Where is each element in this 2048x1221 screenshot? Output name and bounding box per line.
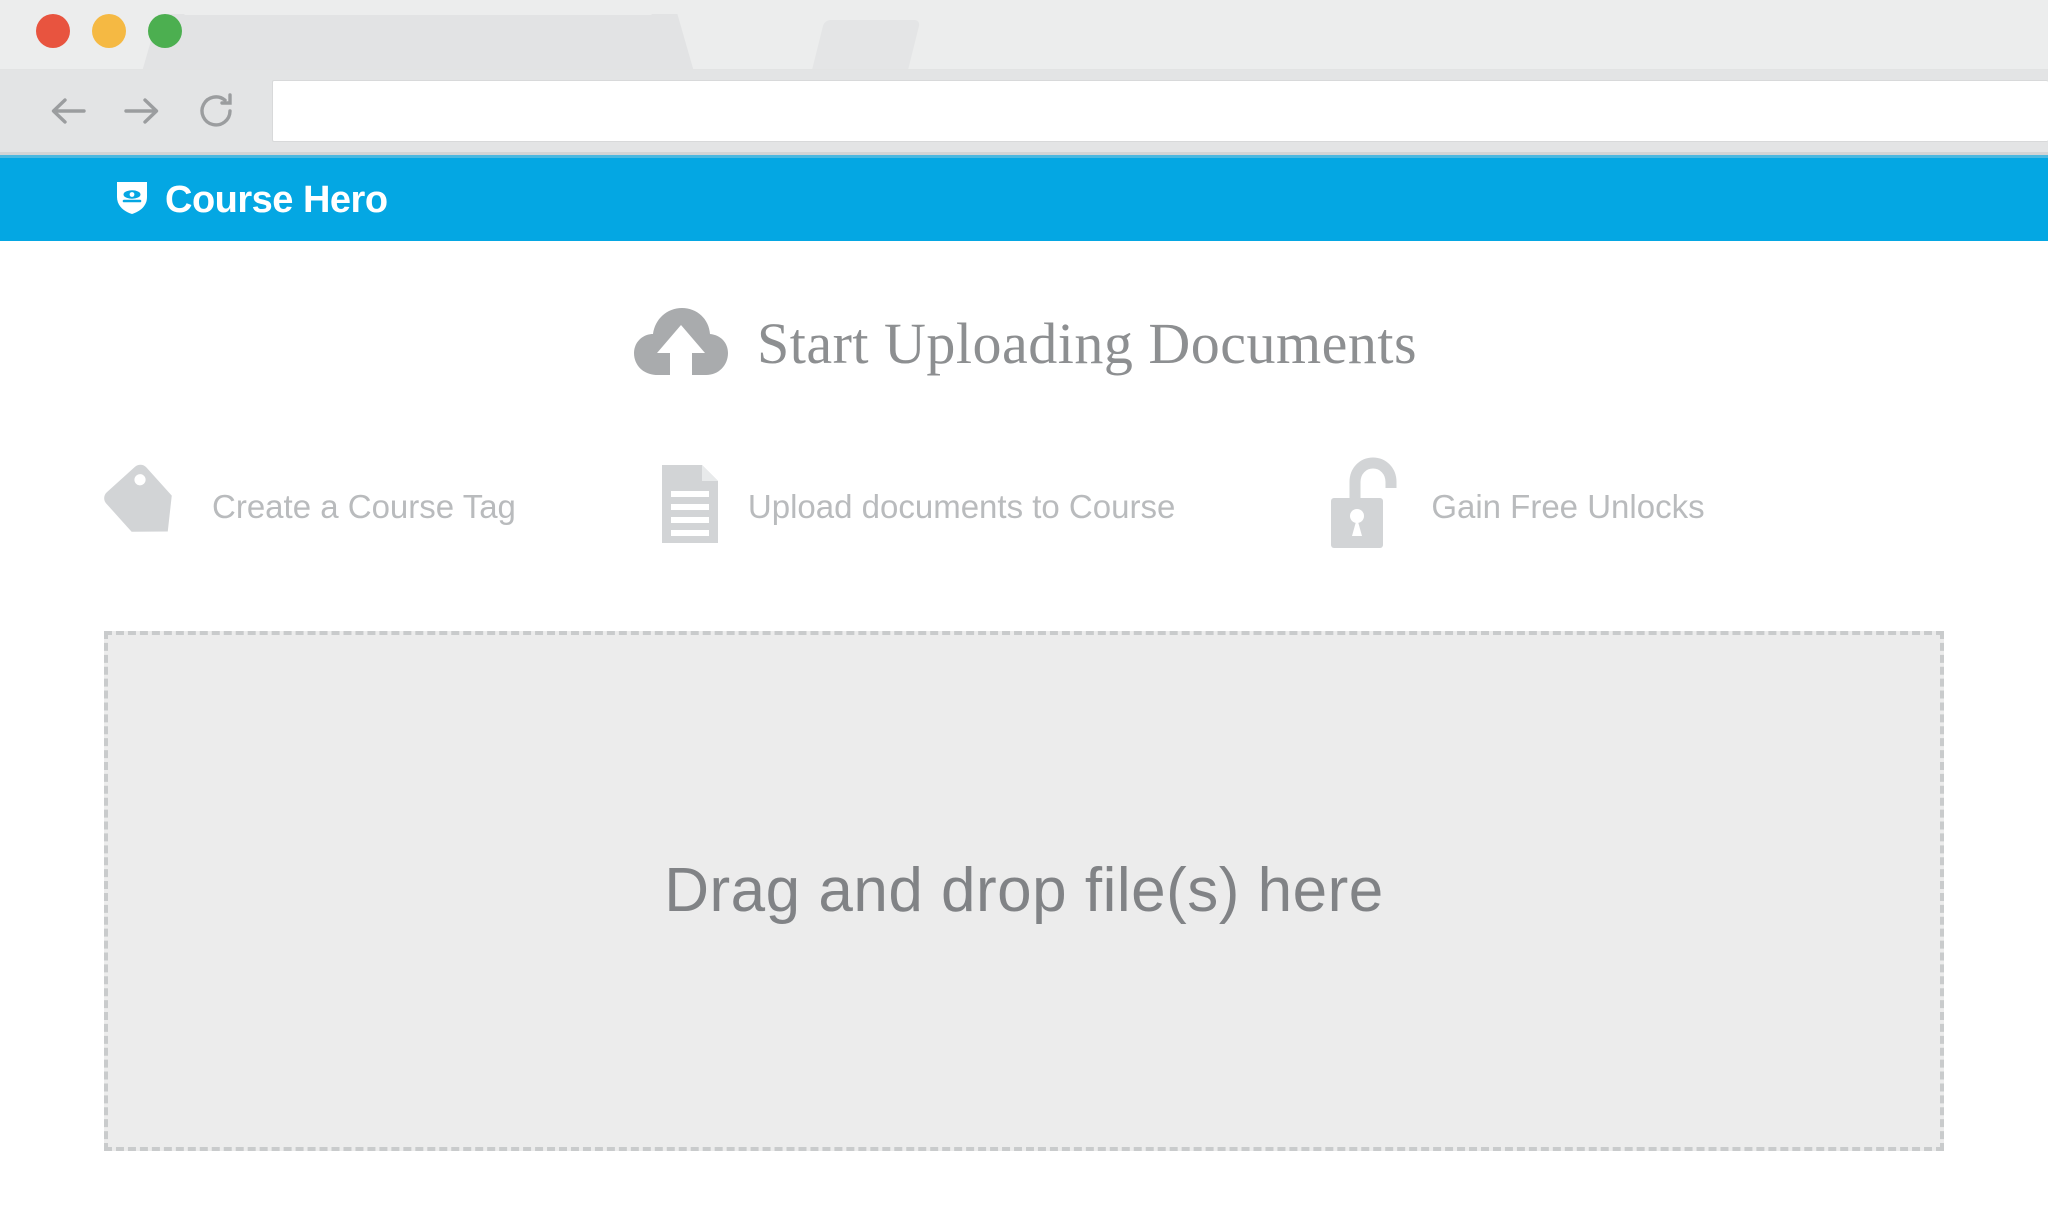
cloud-upload-icon	[631, 303, 731, 384]
url-input[interactable]	[272, 80, 2048, 142]
close-window-button[interactable]	[36, 14, 70, 48]
browser-tab[interactable]	[168, 14, 668, 69]
page-body: Start Uploading Documents Create a Cours…	[0, 241, 2048, 1218]
brand-name: Course Hero	[165, 178, 388, 221]
file-dropzone[interactable]: Drag and drop file(s) here	[104, 631, 1944, 1151]
site-header: Course Hero	[0, 155, 2048, 241]
browser-toolbar	[0, 70, 2048, 155]
document-icon	[658, 463, 722, 550]
feature-label: Create a Course Tag	[212, 488, 516, 525]
feature-label: Gain Free Unlocks	[1431, 488, 1705, 525]
feature-row: Create a Course Tag Upload documents to …	[0, 456, 2048, 557]
page-title: Start Uploading Documents	[756, 310, 1418, 376]
dropzone-label: Drag and drop file(s) here	[664, 856, 1384, 925]
shield-icon	[112, 177, 152, 222]
page-title-row: Start Uploading Documents	[0, 241, 2048, 384]
window-traffic-lights	[36, 14, 182, 48]
maximize-window-button[interactable]	[148, 14, 182, 48]
tag-icon	[100, 461, 186, 552]
feature-label: Upload documents to Course	[747, 488, 1176, 525]
back-button[interactable]	[38, 81, 98, 141]
brand-logo[interactable]: Course Hero	[112, 177, 388, 222]
feature-gain-free-unlocks[interactable]: Gain Free Unlocks	[1327, 456, 1705, 557]
browser-tab-strip	[0, 0, 2048, 70]
unlock-icon	[1327, 456, 1405, 557]
browser-window: Course Hero Start Uploading Documents Cr…	[0, 0, 2048, 1221]
minimize-window-button[interactable]	[92, 14, 126, 48]
feature-upload-documents[interactable]: Upload documents to Course	[658, 463, 1175, 550]
forward-button[interactable]	[112, 81, 172, 141]
new-tab-button[interactable]	[811, 20, 921, 69]
forward-arrow-icon	[118, 87, 166, 135]
reload-arrow-icon	[192, 87, 240, 135]
feature-create-course-tag[interactable]: Create a Course Tag	[100, 461, 516, 552]
reload-button[interactable]	[186, 81, 246, 141]
back-arrow-icon	[44, 87, 92, 135]
